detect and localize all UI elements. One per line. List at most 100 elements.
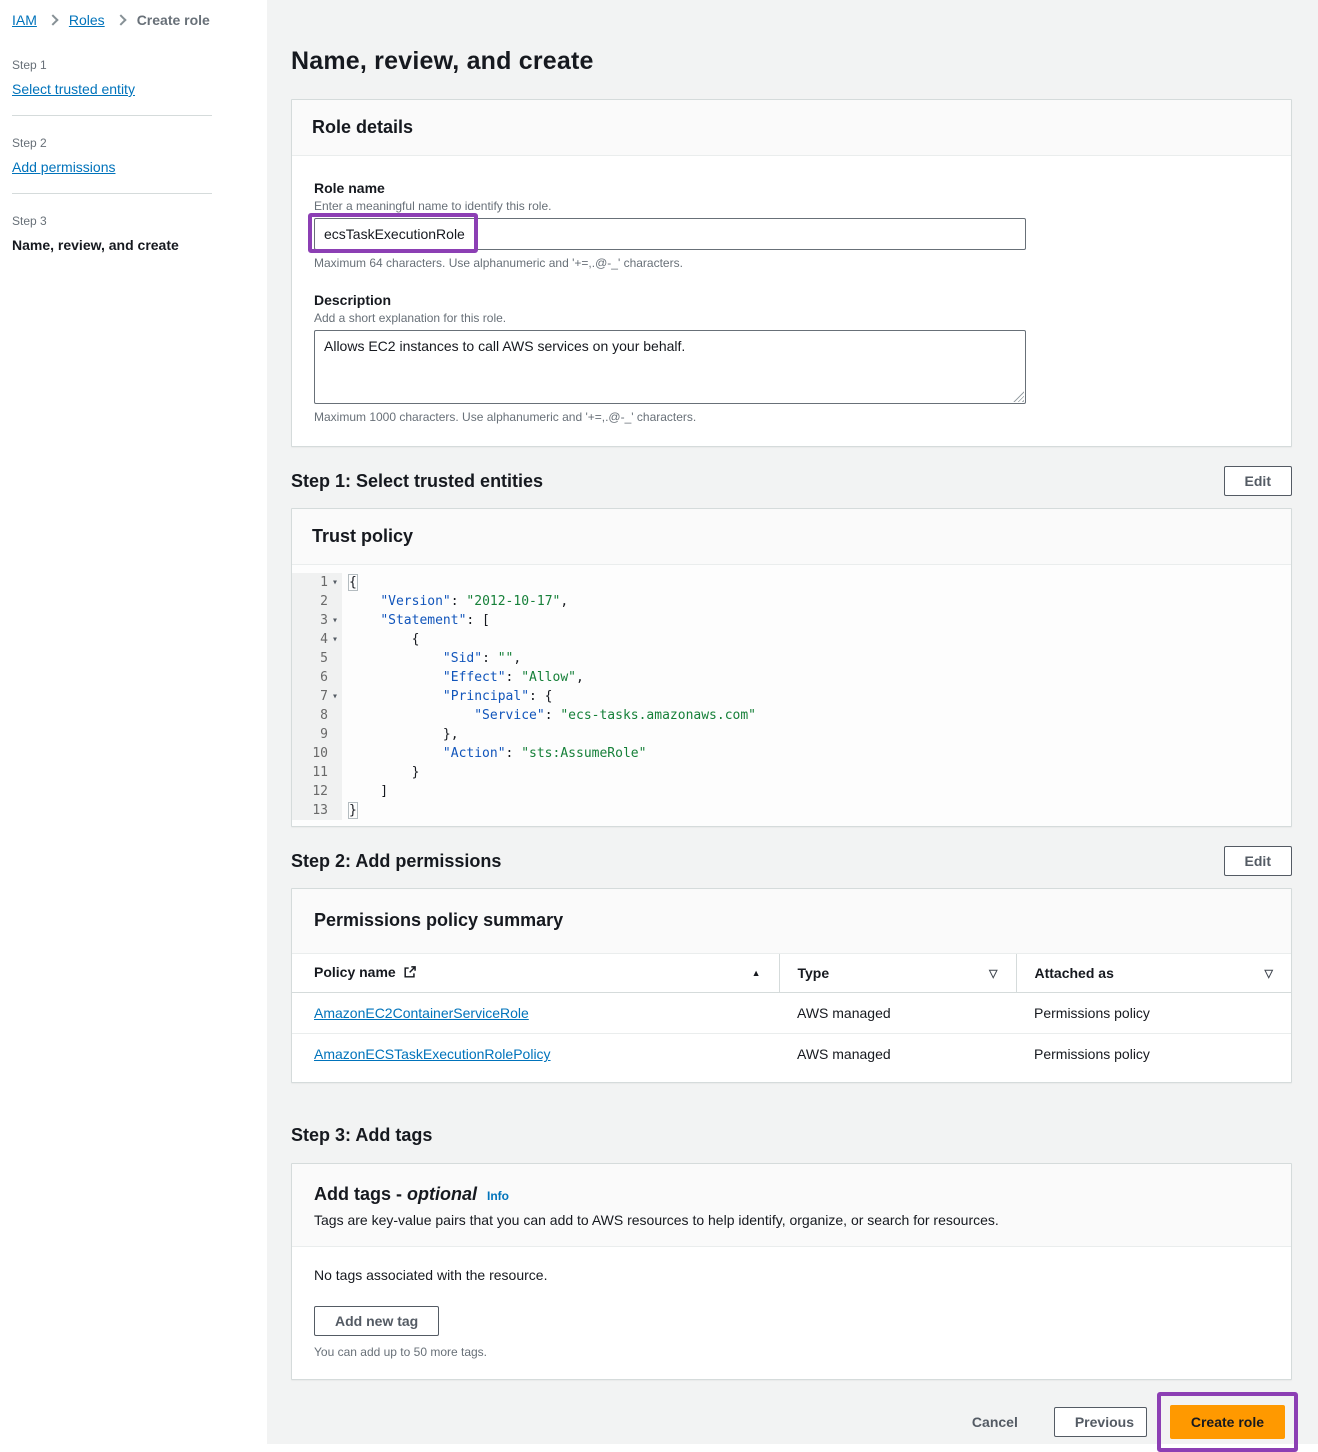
- add-tags-description: Tags are key-value pairs that you can ad…: [314, 1212, 1271, 1228]
- chevron-right-icon: [115, 14, 126, 25]
- code-line: 10 "Action": "sts:AssumeRole": [292, 744, 1291, 763]
- step1-heading: Step 1: Select trusted entities: [291, 471, 543, 492]
- chevron-right-icon: [47, 14, 58, 25]
- description-label: Description: [314, 292, 1271, 308]
- policy-attached-as: Permissions policy: [1016, 1034, 1291, 1075]
- code-line: 4▾ {: [292, 630, 1291, 649]
- step1-section-head: Step 1: Select trusted entities Edit: [291, 466, 1292, 496]
- code-line: 5 "Sid": "",: [292, 649, 1291, 668]
- code-fold-spacer: [328, 744, 338, 763]
- trust-policy-title: Trust policy: [312, 526, 413, 546]
- column-header-attached-as[interactable]: Attached as ▽: [1016, 954, 1291, 993]
- breadcrumb-link-iam[interactable]: IAM: [12, 12, 37, 28]
- policy-attached-as: Permissions policy: [1016, 993, 1291, 1034]
- description-constraint: Maximum 1000 characters. Use alphanumeri…: [314, 410, 1271, 424]
- role-name-input[interactable]: [314, 218, 1026, 250]
- code-line: 2 "Version": "2012-10-17",: [292, 592, 1291, 611]
- add-tags-header: Add tags - optional Info Tags are key-va…: [292, 1164, 1291, 1247]
- code-fold-icon[interactable]: ▾: [328, 611, 338, 630]
- role-name-hint: Enter a meaningful name to identify this…: [314, 199, 1271, 213]
- table-row: AmazonEC2ContainerServiceRole AWS manage…: [292, 993, 1291, 1034]
- policy-type: AWS managed: [779, 993, 1016, 1034]
- code-fold-icon[interactable]: ▾: [328, 630, 338, 649]
- previous-button[interactable]: Previous: [1054, 1407, 1147, 1437]
- code-line: 12 ]: [292, 782, 1291, 801]
- code-fold-icon[interactable]: ▾: [328, 573, 338, 592]
- role-name-label: Role name: [314, 180, 1271, 196]
- step-label: Step 3: [12, 214, 255, 228]
- step2-heading: Step 2: Add permissions: [291, 851, 501, 872]
- divider: [12, 115, 212, 116]
- code-line: 9 },: [292, 725, 1291, 744]
- code-line: 1▾{: [292, 573, 1291, 592]
- policy-link[interactable]: AmazonECSTaskExecutionRolePolicy: [314, 1046, 551, 1062]
- role-details-body: Role name Enter a meaningful name to ide…: [292, 156, 1291, 446]
- code-line: 3▾ "Statement": [: [292, 611, 1291, 630]
- code-line: 6 "Effect": "Allow",: [292, 668, 1291, 687]
- add-tags-body: No tags associated with the resource. Ad…: [292, 1247, 1291, 1379]
- policy-link[interactable]: AmazonEC2ContainerServiceRole: [314, 1005, 529, 1021]
- code-line: 11 }: [292, 763, 1291, 782]
- sidebar-step-2: Step 2 Add permissions: [12, 132, 255, 193]
- add-tags-title: Add tags - optional: [314, 1184, 477, 1205]
- policy-type: AWS managed: [779, 1034, 1016, 1075]
- code-fold-spacer: [328, 782, 338, 801]
- create-role-button[interactable]: Create role: [1170, 1405, 1285, 1439]
- column-header-type[interactable]: Type ▽: [779, 954, 1016, 993]
- annotation-box-create-role: Create role: [1157, 1392, 1298, 1452]
- sort-icon: ▽: [989, 967, 997, 980]
- code-line: 13}: [292, 801, 1291, 820]
- trust-policy-card: Trust policy 1▾{2 "Version": "2012-10-17…: [291, 508, 1292, 827]
- step3-section-head: Step 3: Add tags: [291, 1121, 1292, 1151]
- table-row: AmazonECSTaskExecutionRolePolicy AWS man…: [292, 1034, 1291, 1075]
- trust-policy-header: Trust policy: [292, 509, 1291, 565]
- footer-actions: Cancel Previous Create role: [291, 1392, 1298, 1452]
- description-hint: Add a short explanation for this role.: [314, 311, 1271, 325]
- permissions-title: Permissions policy summary: [314, 910, 563, 930]
- table-header-row: Policy name ▲ Type ▽ Attached as: [292, 954, 1291, 993]
- code-fold-spacer: [328, 706, 338, 725]
- role-name-constraint: Maximum 64 characters. Use alphanumeric …: [314, 256, 1271, 270]
- role-details-title: Role details: [312, 117, 413, 137]
- permissions-table: Policy name ▲ Type ▽ Attached as: [292, 954, 1291, 1075]
- code-fold-spacer: [328, 649, 338, 668]
- role-details-card: Role details Role name Enter a meaningfu…: [291, 99, 1292, 447]
- breadcrumb: IAM Roles Create role: [12, 12, 255, 28]
- code-fold-spacer: [328, 801, 338, 820]
- breadcrumb-current: Create role: [137, 12, 210, 28]
- sidebar-step-3: Step 3 Name, review, and create: [12, 210, 255, 271]
- edit-permissions-button[interactable]: Edit: [1224, 846, 1292, 876]
- code-fold-spacer: [328, 668, 338, 687]
- permissions-header: Permissions policy summary: [292, 889, 1291, 954]
- trust-policy-code: 1▾{2 "Version": "2012-10-17",3▾ "Stateme…: [292, 565, 1291, 826]
- code-line: 8 "Service": "ecs-tasks.amazonaws.com": [292, 706, 1291, 725]
- step-label: Step 2: [12, 136, 255, 150]
- code-fold-spacer: [328, 725, 338, 744]
- sidebar: IAM Roles Create role Step 1 Select trus…: [0, 0, 267, 1444]
- cancel-button[interactable]: Cancel: [972, 1414, 1018, 1430]
- add-new-tag-button[interactable]: Add new tag: [314, 1306, 439, 1336]
- code-fold-spacer: [328, 763, 338, 782]
- sidebar-step-1: Step 1 Select trusted entity: [12, 54, 255, 115]
- role-details-header: Role details: [292, 100, 1291, 156]
- info-link[interactable]: Info: [487, 1189, 509, 1203]
- code-line: 7▾ "Principal": {: [292, 687, 1291, 706]
- external-link-icon: [403, 965, 417, 982]
- sort-ascending-icon: ▲: [752, 968, 761, 978]
- description-textarea[interactable]: Allows EC2 instances to call AWS service…: [314, 330, 1026, 404]
- sidebar-item-add-permissions[interactable]: Add permissions: [12, 159, 116, 175]
- sidebar-item-select-trusted-entity[interactable]: Select trusted entity: [12, 81, 135, 97]
- column-header-policy-name[interactable]: Policy name ▲: [292, 954, 779, 993]
- code-fold-spacer: [328, 592, 338, 611]
- sort-icon: ▽: [1265, 967, 1273, 980]
- divider: [12, 193, 212, 194]
- breadcrumb-link-roles[interactable]: Roles: [69, 12, 105, 28]
- main-content: Name, review, and create Role details Ro…: [267, 0, 1318, 1444]
- permissions-card: Permissions policy summary Policy name ▲: [291, 888, 1292, 1083]
- no-tags-message: No tags associated with the resource.: [314, 1267, 1271, 1283]
- step-label: Step 1: [12, 58, 255, 72]
- edit-trusted-entities-button[interactable]: Edit: [1224, 466, 1292, 496]
- step2-section-head: Step 2: Add permissions Edit: [291, 846, 1292, 876]
- page-title: Name, review, and create: [291, 0, 1292, 76]
- code-fold-icon[interactable]: ▾: [328, 687, 338, 706]
